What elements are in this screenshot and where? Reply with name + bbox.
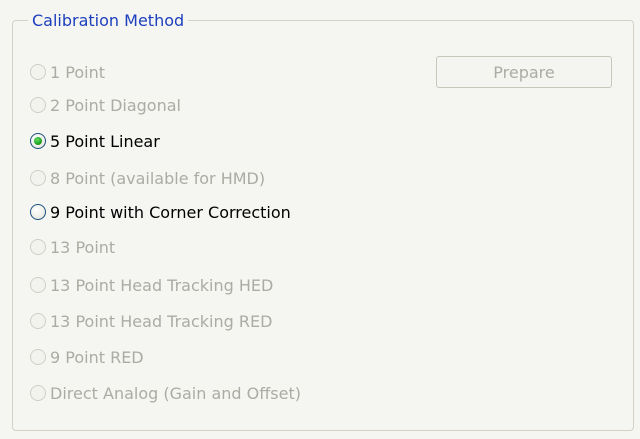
radio-circle-icon[interactable]: [30, 133, 46, 149]
radio-circle-icon[interactable]: [30, 313, 46, 329]
radio-8-point[interactable]: 8 Point (available for HMD): [30, 165, 265, 191]
radio-13-point-head-tracking-hed[interactable]: 13 Point Head Tracking HED: [30, 272, 273, 298]
option-label: 13 Point Head Tracking RED: [50, 311, 273, 331]
radio-circle-icon[interactable]: [30, 64, 46, 80]
option-label: 2 Point Diagonal: [50, 95, 181, 115]
radio-circle-icon[interactable]: [30, 204, 46, 220]
prepare-button[interactable]: Prepare: [436, 56, 612, 88]
radio-circle-icon[interactable]: [30, 385, 46, 401]
radio-9-point-red[interactable]: 9 Point RED: [30, 344, 144, 370]
radio-circle-icon[interactable]: [30, 97, 46, 113]
radio-1-point[interactable]: 1 Point: [30, 59, 105, 85]
radio-dot-icon: [34, 137, 42, 145]
radio-direct-analog[interactable]: Direct Analog (Gain and Offset): [30, 380, 301, 406]
option-label: 9 Point RED: [50, 347, 144, 367]
radio-circle-icon[interactable]: [30, 170, 46, 186]
option-label: 8 Point (available for HMD): [50, 168, 266, 188]
option-label: 5 Point Linear: [50, 131, 160, 151]
option-label: 1 Point: [50, 62, 105, 82]
radio-circle-icon[interactable]: [30, 239, 46, 255]
radio-13-point-head-tracking-red[interactable]: 13 Point Head Tracking RED: [30, 308, 272, 334]
option-label: Direct Analog (Gain and Offset): [50, 383, 301, 403]
radio-13-point[interactable]: 13 Point: [30, 234, 115, 260]
radio-circle-icon[interactable]: [30, 277, 46, 293]
group-title: Calibration Method: [28, 12, 189, 30]
option-label: 13 Point: [50, 237, 116, 257]
option-label: 13 Point Head Tracking HED: [50, 275, 274, 295]
option-label: 9 Point with Corner Correction: [50, 202, 291, 222]
radio-9-point-corner-correction[interactable]: 9 Point with Corner Correction: [30, 199, 291, 225]
radio-5-point-linear[interactable]: 5 Point Linear: [30, 128, 160, 154]
radio-2-point-diagonal[interactable]: 2 Point Diagonal: [30, 92, 181, 118]
radio-circle-icon[interactable]: [30, 349, 46, 365]
